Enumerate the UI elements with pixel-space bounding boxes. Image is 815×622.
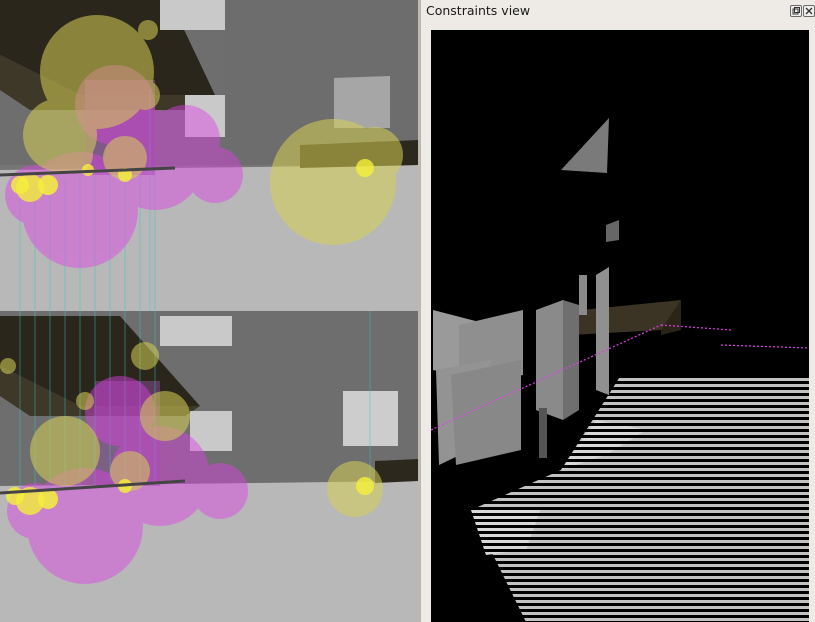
- close-icon[interactable]: [803, 5, 815, 17]
- constraints-canvas[interactable]: [431, 30, 809, 622]
- constraints-dock: Constraints view: [420, 0, 815, 622]
- scene-render-bottom: [0, 311, 418, 622]
- close-icon-glyph: [805, 7, 813, 15]
- scene-viewport-top[interactable]: [0, 0, 418, 311]
- float-icon-glyph: [792, 7, 800, 15]
- scene-render-top: [0, 0, 418, 311]
- constraints-render: [431, 30, 809, 622]
- float-icon[interactable]: [790, 5, 802, 17]
- scene-viewport-bottom[interactable]: [0, 311, 418, 622]
- dock-title: Constraints view: [426, 3, 531, 18]
